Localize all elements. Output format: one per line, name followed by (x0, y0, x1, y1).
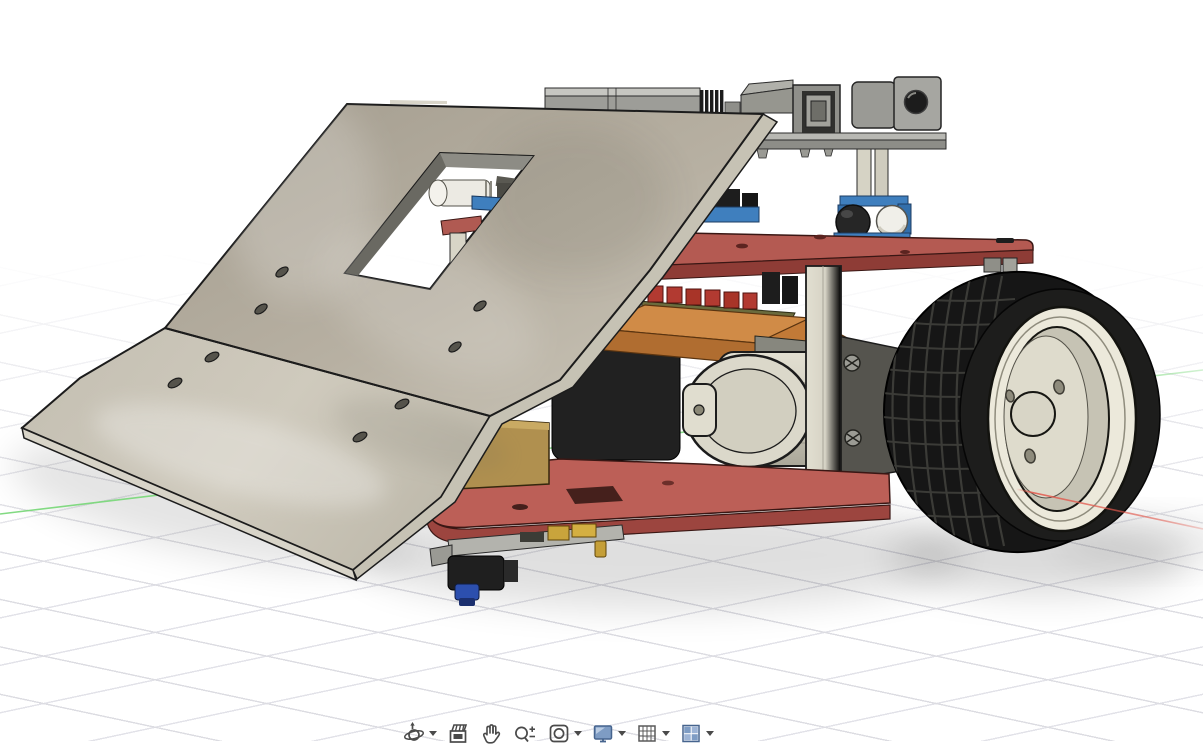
gold-screw (595, 541, 606, 557)
ramp-top-bevel (390, 100, 447, 104)
viewports-tool-button[interactable] (679, 721, 714, 747)
gold-connector (572, 524, 596, 537)
mount-platform-front (748, 140, 946, 149)
wheel-bracket-block (984, 258, 1001, 272)
white-ball-sensor (877, 206, 908, 237)
deck-hole (900, 250, 910, 254)
look-at-icon (446, 721, 470, 747)
chassis-hole (662, 481, 674, 486)
fit-tool-button[interactable] (547, 721, 582, 747)
dropdown-caret[interactable] (574, 731, 582, 736)
wheel-bracket-block (1003, 258, 1017, 272)
navigation-toolbar (402, 721, 714, 747)
deck-hole (736, 244, 748, 249)
mount-platform-top (748, 133, 946, 140)
orbit-icon (402, 721, 426, 747)
pan-hand-icon (479, 721, 503, 747)
fit-view-icon (547, 721, 571, 747)
look-at-tool-button[interactable] (446, 721, 470, 747)
dropdown-caret[interactable] (618, 731, 626, 736)
platform-stud (800, 149, 810, 157)
zoom-tool-button[interactable] (512, 721, 538, 747)
zoom-magnifier-icon (512, 721, 538, 747)
chassis-hole (512, 504, 528, 510)
cylinder-cap (429, 180, 447, 206)
cutout-top-wall (440, 153, 533, 170)
motor-shaft (694, 405, 704, 415)
orbit-tool-button[interactable] (402, 721, 437, 747)
display-monitor-icon (591, 721, 615, 747)
line-sensor-tab (504, 560, 518, 582)
black-header (762, 272, 780, 304)
gold-connector (548, 526, 569, 540)
chassis-square-hole (566, 486, 623, 504)
platform-stud (824, 149, 833, 156)
dropdown-caret[interactable] (706, 731, 714, 736)
grid-icon (635, 721, 659, 747)
dark-connector (520, 532, 544, 542)
deck-slot (996, 238, 1014, 243)
line-sensor-tip (459, 598, 475, 606)
pin-header (742, 193, 758, 208)
viewports-icon (679, 721, 703, 747)
support-pillar[interactable] (806, 266, 841, 482)
black-header (782, 276, 798, 304)
grid-snaps-tool-button[interactable] (635, 721, 670, 747)
wheel-hub (1011, 392, 1055, 436)
ball-highlight (841, 210, 853, 218)
camera-lens (811, 101, 826, 121)
display-settings-tool-button[interactable] (591, 721, 626, 747)
line-sensor-lens (455, 584, 479, 600)
platform-stud (757, 149, 768, 158)
dropdown-caret[interactable] (662, 731, 670, 736)
viewport-canvas[interactable] (0, 0, 1203, 741)
deck-hole (814, 235, 826, 240)
dropdown-caret[interactable] (429, 731, 437, 736)
sensor-holder (852, 82, 896, 128)
pan-tool-button[interactable] (479, 721, 503, 747)
